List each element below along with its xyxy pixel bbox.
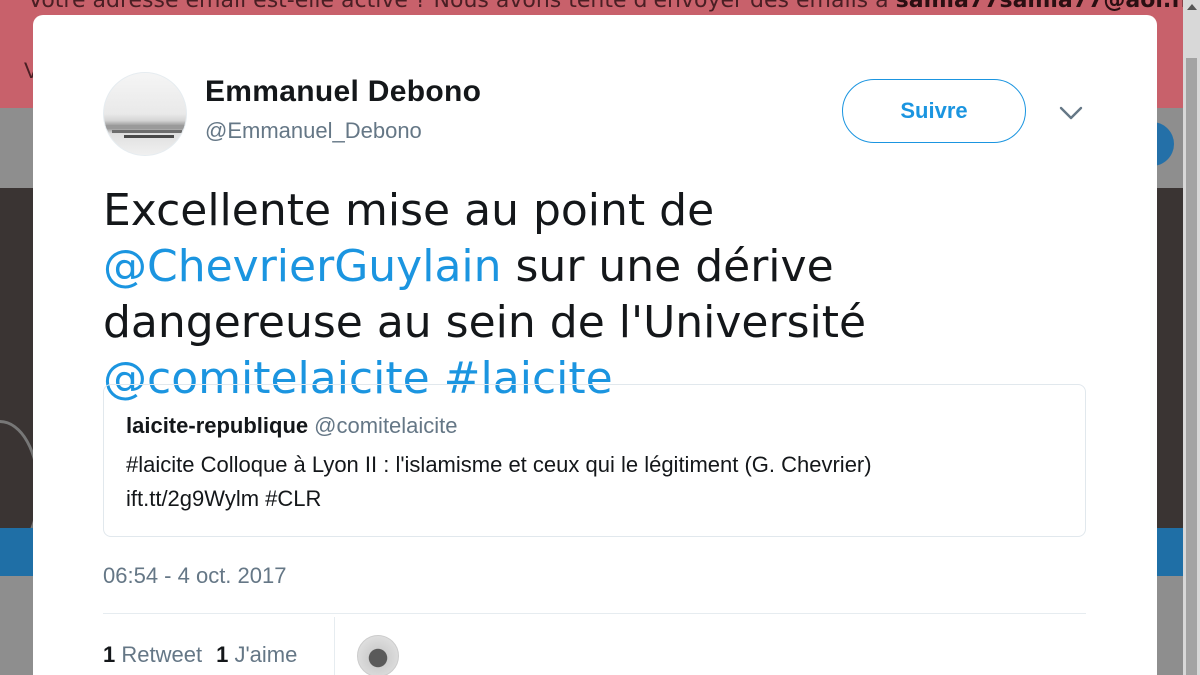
stats-separator — [334, 617, 335, 675]
like-stat[interactable]: 1 J'aime — [216, 642, 297, 667]
like-count: 1 — [216, 642, 229, 667]
quoted-author-handle: @comitelaicite — [314, 413, 458, 438]
quoted-tweet-header: laicite-republique @comitelaicite — [126, 413, 458, 439]
scroll-up-arrow-icon[interactable] — [1187, 4, 1197, 10]
page-scrollbar[interactable] — [1183, 0, 1200, 675]
quoted-tweet-text-line: #laicite Colloque à Lyon II : l'islamism… — [126, 452, 872, 477]
tweet-text: Excellente mise au point de @ChevrierGuy… — [103, 183, 1103, 407]
email-warning-text: Votre adresse email est-elle active ? No… — [28, 0, 1192, 13]
follow-button[interactable]: Suivre — [842, 79, 1026, 143]
avatar-landscape-image — [104, 125, 186, 138]
email-warning-prefix: Votre adresse email est-elle active ? No… — [28, 0, 896, 13]
liker-avatar[interactable] — [357, 635, 399, 675]
stats-divider — [103, 613, 1086, 614]
author-name[interactable]: Emmanuel Debono — [205, 75, 481, 109]
email-warning-address: samia77samia77@aol.fr — [895, 0, 1192, 13]
tweet-text-part: Excellente mise au point de — [103, 185, 715, 236]
chevron-down-icon[interactable] — [1057, 101, 1085, 125]
quoted-author-name: laicite-republique — [126, 413, 309, 438]
tweet-stats: 1 Retweet 1 J'aime — [103, 642, 311, 668]
tweet-timestamp[interactable]: 06:54 - 4 oct. 2017 — [103, 563, 286, 589]
tweet-modal: Emmanuel Debono @Emmanuel_Debono Suivre … — [33, 15, 1157, 675]
scroll-thumb[interactable] — [1186, 58, 1197, 675]
quoted-tweet[interactable]: laicite-republique @comitelaicite #laicit… — [103, 384, 1086, 537]
like-label: J'aime — [234, 642, 298, 667]
retweet-stat[interactable]: 1 Retweet — [103, 642, 202, 667]
retweet-label: Retweet — [121, 642, 203, 667]
mention-link-chevrierguylain[interactable]: @ChevrierGuylain — [103, 241, 502, 292]
retweet-count: 1 — [103, 642, 116, 667]
author-handle[interactable]: @Emmanuel_Debono — [205, 118, 422, 144]
author-avatar[interactable] — [103, 72, 187, 156]
quoted-tweet-text-line: ift.tt/2g9Wylm #CLR — [126, 486, 322, 511]
